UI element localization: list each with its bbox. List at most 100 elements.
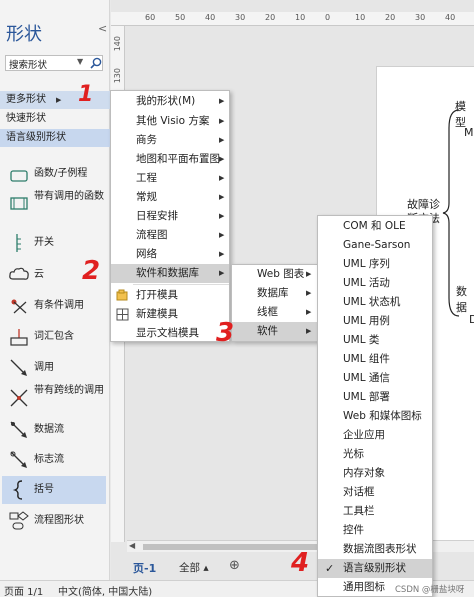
menu-item-label: 线框 [257,306,278,318]
menu-item-label: 软件 [257,325,278,337]
menu-item-stencil[interactable]: UML 通信 [318,369,432,388]
annotation-number: 4 [291,548,310,578]
nav-more-label: 更多形状 [6,94,46,105]
menu-item-stencil[interactable]: 工具栏 [318,502,432,521]
menu-item-database[interactable]: 数据库 ▶ [232,284,317,303]
chevron-right-icon: ▶ [219,174,225,182]
menu-item-wireframe[interactable]: 线框 ▶ [232,303,317,322]
conditional-call-icon [11,299,27,314]
menu-item-label: Web 图表 [257,268,305,280]
menu-item-stencil[interactable]: COM 和 OLE [318,217,432,236]
shape-item-lexical-include[interactable]: 词汇包含 [2,323,106,351]
menu-item-stencil[interactable]: UML 用例 [318,312,432,331]
menu-item-label: 商务 [136,134,157,146]
shape-item-flowchart[interactable]: 流程图形状 [2,507,106,535]
menu-item-label: 地图和平面布置图 [136,153,220,165]
menu-item-software-database[interactable]: 软件和数据库 ▶ [111,264,229,283]
shape-label: 带有调用的函数 [34,191,104,202]
nav-quick-shapes[interactable]: 快速形状 [0,110,110,128]
menu-item-stencil[interactable]: UML 序列 [318,255,432,274]
menu-item-stencil[interactable]: 企业应用 [318,426,432,445]
menu-item-label: 新建模具 [136,308,178,320]
ruler-label: 130 [113,68,122,84]
add-page-icon[interactable]: ⊕ [229,558,240,573]
shape-item-flag-flow[interactable]: 标志流 [2,446,106,474]
scroll-left-icon[interactable]: ◀ [129,541,135,550]
shape-item-data-flow[interactable]: 数据流 [2,416,106,444]
menu-item-stencil[interactable]: 光标 [318,445,432,464]
menu-item-my-shapes[interactable]: 我的形状(M) ▶ [111,92,229,111]
search-icon[interactable] [89,56,103,70]
menu-item-stencil[interactable]: 对话框 [318,483,432,502]
menu-item-open-stencil[interactable]: 打开模具 [111,286,229,305]
menu-item-stencil[interactable]: 内存对象 [318,464,432,483]
shape-label: 流程图形状 [34,515,84,526]
menu-item-label: 其他 Visio 方案 [136,115,210,127]
chevron-right-icon: ▶ [219,155,225,163]
menu-item-label: 语言级别形状 [343,562,406,574]
watermark: CSDN @栅盐块呀 [395,585,465,595]
shape-item-brace[interactable]: 括号 [2,476,106,504]
menu-item-network[interactable]: 网络 ▶ [111,245,229,264]
tab-all-label: 全部 [179,562,200,574]
function-icon [10,170,28,182]
nav-more-shapes[interactable]: 更多形状 ▶ [0,91,110,109]
menu-item-stencil[interactable]: UML 状态机 [318,293,432,312]
tab-page-1[interactable]: 页-1 [133,560,156,576]
dropdown-arrow-icon[interactable]: ▼ [77,57,83,66]
menu-item-language-level-shapes[interactable]: ✓ 语言级别形状 [318,559,432,578]
menu-item-engineering[interactable]: 工程 ▶ [111,169,229,188]
shape-item-conditional-call[interactable]: 有条件调用 [2,292,106,320]
menu-item-show-document-stencil[interactable]: 显示文档模具 [111,324,229,343]
chevron-left-icon[interactable]: < [98,22,107,35]
menu-item-stencil[interactable]: 控件 [318,521,432,540]
shape-item-call-crossing[interactable]: 带有跨线的调用 [2,384,106,412]
menu-item-general[interactable]: 常规 ▶ [111,188,229,207]
menu-item-other-visio[interactable]: 其他 Visio 方案 ▶ [111,112,229,131]
shape-item-function[interactable]: 函数/子例程 [2,162,106,190]
menu-item-stencil[interactable]: UML 部署 [318,388,432,407]
shape-item-switch[interactable]: 开关 [2,229,106,257]
flowchart-icon [9,511,29,530]
menu-item-stencil[interactable]: Gane-Sarson [318,236,432,255]
cloud-icon [9,267,29,280]
shape-item-call[interactable]: 调用 [2,354,106,382]
menu-item-stencil[interactable]: UML 组件 [318,350,432,369]
nav-language-level-shapes[interactable]: 语言级别形状 [0,129,110,147]
diagram-text[interactable]: 数据 [456,283,474,315]
chevron-right-icon: ▶ [219,97,225,105]
menu-item-label: 网络 [136,248,157,260]
shape-label: 有条件调用 [34,300,84,311]
nav-quick-label: 快速形状 [6,113,46,124]
diagram-text[interactable]: D [469,313,474,326]
menu-item-stencil[interactable]: UML 活动 [318,274,432,293]
menu-item-software[interactable]: 软件 ▶ [232,322,317,341]
tab-all-pages[interactable]: 全部 ▴ [179,560,209,575]
search-input[interactable]: 搜索形状 ▼ [5,55,103,71]
status-page-number[interactable]: 页面 1/1 [4,583,43,597]
diagram-text[interactable]: M [464,126,474,139]
status-language[interactable]: 中文(简体, 中国大陆) [58,583,152,597]
menu-item-business[interactable]: 商务 ▶ [111,131,229,150]
shape-item-function-call[interactable]: 带有调用的函数 [2,190,106,218]
shape-label: 调用 [34,362,54,373]
menu-item-schedule[interactable]: 日程安排 ▶ [111,207,229,226]
menu-item-web-diagrams[interactable]: Web 图表 ▶ [232,265,317,284]
chevron-right-icon: ▶ [306,308,312,316]
menu-item-flowchart[interactable]: 流程图 ▶ [111,226,229,245]
menu-item-maps[interactable]: 地图和平面布置图 ▶ [111,150,229,169]
menu-item-stencil[interactable]: UML 类 [318,331,432,350]
menu-item-stencil[interactable]: 数据流图表形状 [318,540,432,559]
switch-icon [16,234,21,252]
annotation-number: 1 [78,82,94,107]
ruler-top: 60 50 40 30 20 10 0 10 20 30 40 [111,12,474,26]
menu-separator [133,284,229,285]
lexical-include-icon [10,329,28,346]
search-input-text: 搜索形状 [9,60,48,71]
annotation-number: 3 [216,318,235,348]
menu-item-stencil[interactable]: Web 和媒体图标 [318,407,432,426]
menu-item-new-stencil[interactable]: 新建模具 [111,305,229,324]
software-database-submenu: Web 图表 ▶ 数据库 ▶ 线框 ▶ 软件 ▶ [231,264,318,342]
menu-item-label: 显示文档模具 [136,327,199,339]
shape-label: 标志流 [34,454,64,465]
